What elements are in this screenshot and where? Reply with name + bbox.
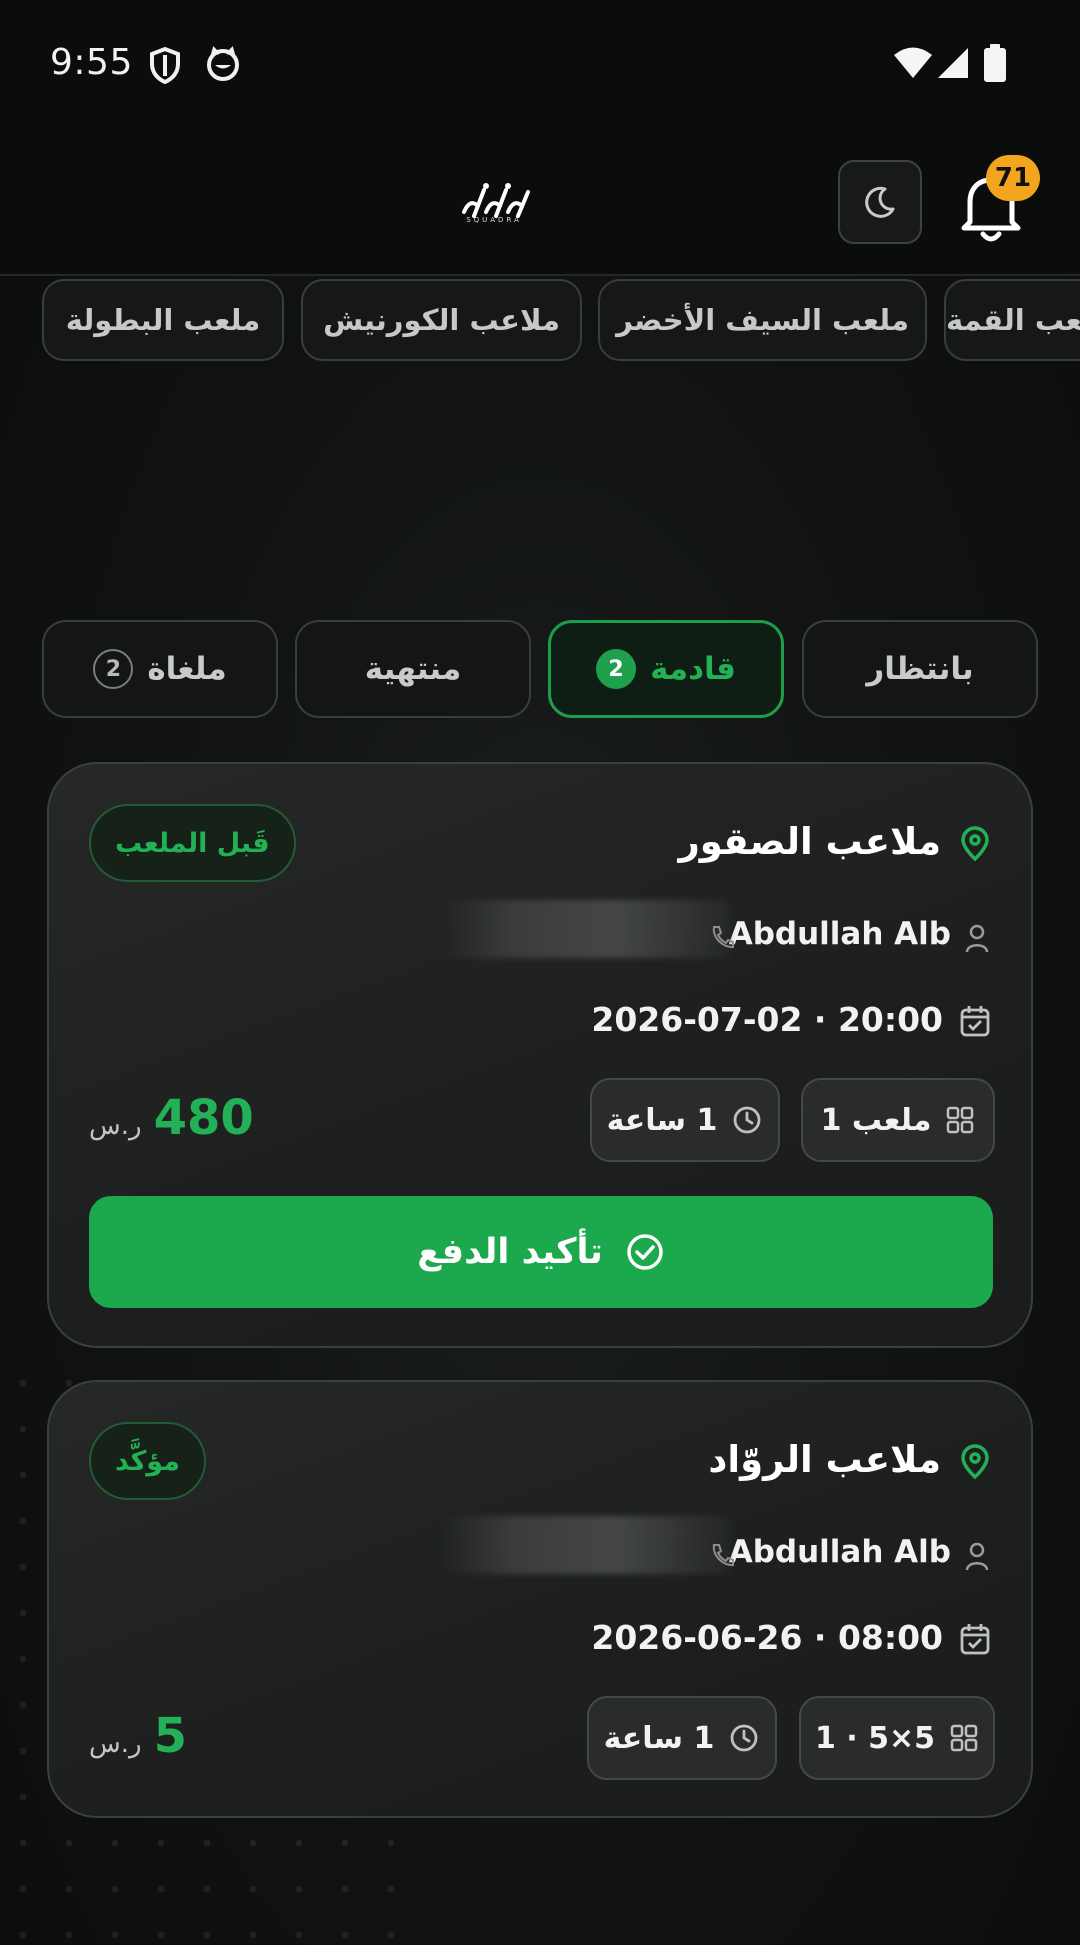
price: ر.س 480 bbox=[89, 1090, 254, 1146]
field-chip: ملعب 1 bbox=[801, 1078, 995, 1162]
notification-count-badge: 71 bbox=[986, 155, 1040, 201]
tab-label: قادمة bbox=[650, 651, 736, 687]
location-pin-icon bbox=[961, 1444, 989, 1480]
grid-icon bbox=[950, 1724, 978, 1752]
wifi-icon bbox=[894, 47, 932, 78]
phone-icon bbox=[712, 1544, 734, 1567]
user-icon bbox=[965, 1542, 989, 1571]
duration-chip: 1 ساعة bbox=[590, 1078, 780, 1162]
price-value: 480 bbox=[153, 1090, 254, 1146]
customer-name: Abdullah Alb bbox=[728, 916, 951, 952]
status-time: 9:55 bbox=[50, 42, 133, 83]
theme-toggle-button[interactable] bbox=[838, 160, 922, 244]
battery-icon bbox=[984, 44, 1006, 82]
app-root: 9:55 SQUADRA 71 ملعب البطولة ملاعب الكور… bbox=[0, 0, 1080, 1945]
customer-name: Abdullah Alb bbox=[728, 1534, 951, 1570]
booking-datetime: 2026-07-02 · 20:00 bbox=[591, 1000, 943, 1039]
confirm-payment-button[interactable]: تأكيد الدفع bbox=[89, 1196, 993, 1308]
tab-label: بانتظار bbox=[866, 651, 974, 687]
cat-face-icon bbox=[207, 46, 239, 81]
status-badge: مؤكَّد bbox=[89, 1422, 206, 1500]
user-icon bbox=[965, 924, 989, 953]
stadium-chip-4[interactable]: ملعب القمة bbox=[944, 279, 1080, 361]
grid-icon bbox=[947, 1106, 974, 1134]
duration-label: 1 ساعة bbox=[606, 1102, 718, 1138]
status-bar: 9:55 bbox=[0, 0, 1080, 130]
clock-icon bbox=[733, 1106, 761, 1134]
tab-upcoming[interactable]: قادمة 2 bbox=[548, 620, 784, 718]
stadium-chip-label: ملعب البطولة bbox=[65, 303, 261, 337]
field-label: ملعب 1 bbox=[820, 1102, 932, 1138]
tab-pending[interactable]: بانتظار bbox=[802, 620, 1038, 718]
shield-icon bbox=[150, 46, 180, 84]
field-chip: 5×5 · 1 bbox=[799, 1696, 995, 1780]
status-badge: قَبل الملعب bbox=[89, 804, 296, 882]
price-currency: ر.س bbox=[89, 1111, 142, 1141]
location-pin-icon bbox=[961, 826, 989, 862]
booking-datetime: 2026-06-26 · 08:00 bbox=[591, 1618, 943, 1657]
tab-count-badge: 2 bbox=[596, 649, 637, 689]
tab-label: ملغاة bbox=[147, 651, 227, 687]
stadium-chip-3[interactable]: ملعب السيف الأخضر bbox=[598, 279, 927, 361]
check-circle-icon bbox=[627, 1234, 663, 1270]
tab-cancelled[interactable]: ملغاة 2 bbox=[42, 620, 278, 718]
price: ر.س 5 bbox=[89, 1708, 187, 1764]
app-header: SQUADRA 71 bbox=[0, 130, 1080, 276]
cellular-signal-icon bbox=[938, 48, 968, 78]
tab-label: منتهية bbox=[364, 651, 462, 687]
stadium-name: ملاعب الصقور bbox=[678, 820, 942, 863]
booking-card[interactable]: ملاعب الروّاد مؤكَّد Abdullah Alb 2026-0… bbox=[47, 1380, 1033, 1818]
tab-finished[interactable]: منتهية bbox=[295, 620, 531, 718]
field-label: 5×5 · 1 bbox=[814, 1720, 936, 1756]
phone-number-redacted bbox=[441, 1516, 731, 1574]
phone-icon bbox=[712, 926, 734, 949]
stadium-chip-label: ملاعب الكورنيش bbox=[323, 303, 560, 337]
price-value: 5 bbox=[153, 1708, 187, 1764]
stadium-chip-1[interactable]: ملعب البطولة bbox=[42, 279, 284, 361]
phone-number-redacted bbox=[441, 900, 731, 958]
stadium-chip-label: ملعب السيف الأخضر bbox=[616, 303, 909, 337]
stadium-chip-label: ملعب القمة bbox=[946, 303, 1080, 337]
booking-card[interactable]: ملاعب الصقور قَبل الملعب Abdullah Alb 20… bbox=[47, 762, 1033, 1348]
price-currency: ر.س bbox=[89, 1729, 142, 1759]
clock-icon bbox=[730, 1724, 758, 1752]
duration-chip: 1 ساعة bbox=[587, 1696, 777, 1780]
tab-count-badge: 2 bbox=[93, 649, 134, 689]
calendar-check-icon bbox=[960, 1624, 990, 1655]
app-logo bbox=[462, 183, 530, 218]
confirm-payment-label: تأكيد الدفع bbox=[417, 1232, 603, 1272]
logo-wordmark: SQUADRA bbox=[466, 216, 522, 224]
duration-label: 1 ساعة bbox=[603, 1720, 715, 1756]
moon-icon bbox=[865, 186, 895, 218]
stadium-chip-2[interactable]: ملاعب الكورنيش bbox=[301, 279, 582, 361]
stadium-name: ملاعب الروّاد bbox=[708, 1438, 941, 1481]
calendar-check-icon bbox=[960, 1006, 990, 1037]
